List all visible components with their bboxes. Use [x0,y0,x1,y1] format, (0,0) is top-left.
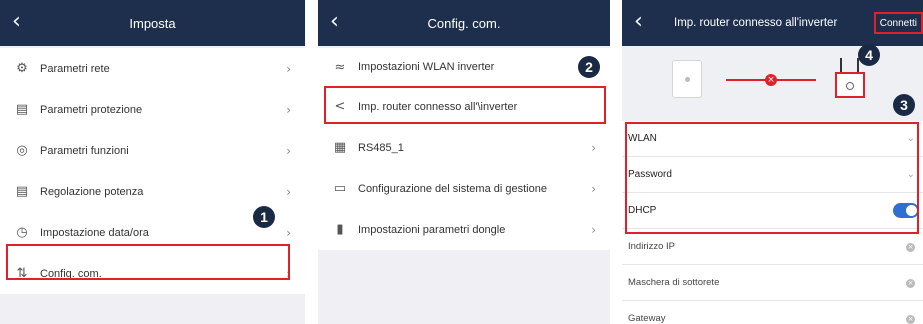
field-label: Indirizzo IP [628,241,675,252]
subnet-mask-field: Maschera di sottorete × [622,265,923,301]
power-regulation-icon: ▤ [15,184,29,199]
page-title: Imposta [129,15,176,31]
disconnected-icon: × [765,74,777,86]
clock-icon: ◷ [16,225,28,240]
settings-header: ‹ Imposta [0,0,305,46]
menu-item-label: Parametri rete [40,62,110,75]
back-icon[interactable]: ‹ [634,9,643,34]
chevron-right-icon: › [286,143,291,158]
menu-item-label: RS485_1 [358,141,404,154]
router-settings-screen: ‹ Imp. router connesso all'inverter Conn… [622,0,923,324]
router-settings-header: ‹ Imp. router connesso all'inverter Conn… [622,0,923,46]
comm-config-header: ‹ Config. com. [318,0,610,46]
menu-item-label: Parametri funzioni [40,144,129,157]
menu-item-label: Regolazione potenza [40,185,144,198]
highlight-box [324,86,606,124]
functions-icon: ◎ [16,143,28,158]
step-badge-2: 2 [578,56,600,78]
menu-item-management-system[interactable]: ▭ Configurazione del sistema di gestione… [318,168,610,209]
clear-icon: × [906,315,915,324]
router-icon [835,58,865,100]
step-badge-3: 3 [893,94,915,116]
settings-screen: ‹ Imposta ⚙ Parametri rete › ▤ Parametri… [0,0,305,324]
page-title: Config. com. [427,15,501,31]
back-icon[interactable]: ‹ [330,9,339,34]
highlight-box [6,244,290,280]
menu-item-dongle-params[interactable]: ▮ Impostazioni parametri dongle › [318,209,610,250]
menu-item-protection-params[interactable]: ▤ Parametri protezione › [0,89,305,130]
step-badge-1: 1 [253,206,275,228]
wifi-icon: ≈ [334,59,346,75]
chevron-right-icon: › [286,102,291,117]
inverter-icon [672,60,702,98]
chevron-right-icon: › [286,61,291,76]
menu-item-label: Impostazione data/ora [40,226,149,239]
menu-item-rs485[interactable]: ▦ RS485_1 › [318,127,610,168]
menu-item-function-params[interactable]: ◎ Parametri funzioni › [0,130,305,171]
connect-button[interactable]: Connetti [873,12,923,34]
rs485-icon: ▦ [333,140,347,155]
clear-icon: × [906,279,915,288]
menu-item-label: Parametri protezione [40,103,143,116]
dongle-icon: ▮ [336,222,344,237]
chevron-right-icon: › [591,181,596,196]
comm-config-screen: ‹ Config. com. ≈ Impostazioni WLAN inver… [318,0,610,324]
parameters-icon: ⚙ [16,61,28,76]
management-system-icon: ▭ [333,181,347,196]
gateway-field: Gateway × [622,301,923,324]
menu-item-label: Impostazioni WLAN inverter [358,61,495,73]
page-title: Imp. router connesso all'inverter [674,17,838,29]
connection-diagram: × 4 3 [622,44,923,121]
ip-address-field: Indirizzo IP × [622,229,923,265]
clear-icon: × [906,243,915,252]
menu-item-label: Impostazioni parametri dongle [358,223,506,236]
menu-item-wlan-settings[interactable]: ≈ Impostazioni WLAN inverter [318,48,610,86]
chevron-right-icon: › [286,225,291,240]
field-label: Maschera di sottorete [628,277,720,288]
step-badge-4: 4 [858,44,880,66]
chevron-right-icon: › [286,184,291,199]
highlight-box [625,122,919,234]
menu-item-network-params[interactable]: ⚙ Parametri rete › [0,48,305,89]
field-label: Gateway [628,313,666,324]
protection-icon: ▤ [15,102,29,117]
chevron-right-icon: › [591,140,596,155]
chevron-right-icon: › [591,222,596,237]
back-icon[interactable]: ‹ [12,9,21,34]
menu-item-label: Configurazione del sistema di gestione [358,182,547,195]
